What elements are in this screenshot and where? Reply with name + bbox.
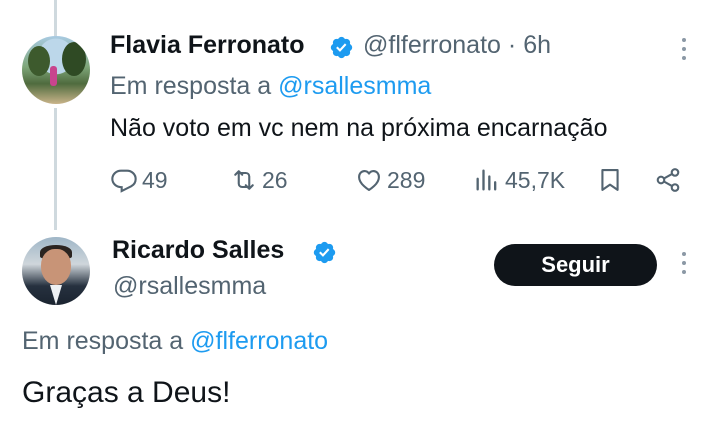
like-button[interactable]: 289 (355, 165, 425, 195)
avatar-person (50, 66, 57, 86)
avatar-tree (62, 42, 86, 76)
tweet-text: Graças a Deus! (22, 376, 231, 409)
views-icon (476, 169, 497, 191)
retweet-button[interactable]: 26 (230, 165, 288, 195)
separator: · (507, 31, 517, 59)
handle[interactable]: @rsallesmma (113, 272, 266, 301)
avatar-face (41, 249, 71, 285)
verified-badge-icon (330, 36, 353, 59)
in-reply-to: Em resposta a @rsallesmma (110, 72, 431, 101)
avatar[interactable] (22, 36, 90, 104)
in-reply-prefix: Em resposta a (22, 327, 191, 355)
verified-badge-icon (313, 241, 336, 264)
more-icon[interactable] (681, 252, 687, 278)
tweet-text: Não voto em vc nem na próxima encarnação (110, 114, 608, 142)
reply-icon (111, 169, 137, 193)
like-count: 289 (387, 166, 426, 193)
in-reply-handle-link[interactable]: @flferronato (190, 327, 328, 355)
retweet-count: 26 (262, 166, 288, 193)
in-reply-handle-link[interactable]: @rsallesmma (278, 72, 431, 100)
follow-button[interactable]: Seguir (494, 244, 657, 286)
in-reply-to: Em resposta a @flferronato (22, 327, 328, 356)
reply-button[interactable]: 49 (110, 165, 168, 195)
share-icon (656, 168, 680, 192)
views-button[interactable]: 45,7K (473, 165, 565, 195)
bookmark-button[interactable] (596, 165, 628, 195)
timestamp: 6h (523, 31, 551, 59)
more-icon[interactable] (681, 38, 687, 64)
author-name[interactable]: Ricardo Salles (112, 236, 284, 265)
handle: @flferronato (363, 31, 501, 59)
handle-and-time[interactable]: @flferronato · 6h (363, 31, 551, 60)
bookmark-icon (601, 169, 619, 191)
avatar-tree (28, 46, 50, 76)
avatar[interactable] (22, 237, 90, 305)
author-name[interactable]: Flavia Ferronato (110, 31, 305, 60)
avatar-shirt (50, 285, 62, 305)
reply-count: 49 (142, 166, 168, 193)
thread-line-connector (54, 108, 57, 230)
in-reply-prefix: Em resposta a (110, 72, 279, 100)
share-button[interactable] (654, 165, 686, 195)
retweet-icon (234, 170, 254, 190)
thread-line-top (54, 0, 57, 40)
view-count: 45,7K (505, 166, 566, 193)
like-icon (358, 169, 380, 191)
